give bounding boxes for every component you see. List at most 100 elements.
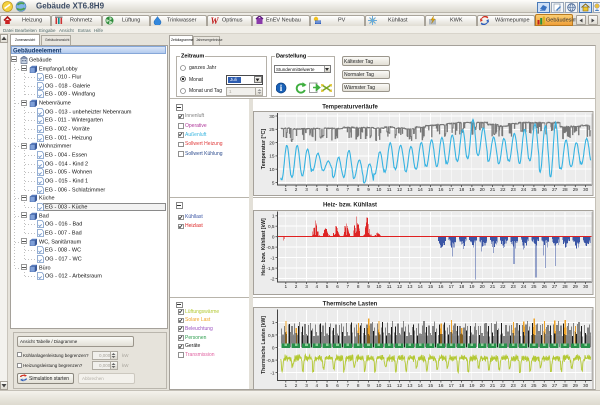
svg-text:8: 8 [357, 187, 360, 192]
svg-text:29: 29 [573, 383, 579, 388]
svg-text:0: 0 [272, 235, 275, 240]
svg-text:29: 29 [573, 187, 579, 192]
svg-text:13: 13 [407, 187, 413, 192]
svg-text:30: 30 [583, 383, 589, 388]
svg-text:24: 24 [521, 187, 527, 192]
svg-text:7: 7 [346, 383, 349, 388]
svg-text:3: 3 [305, 383, 308, 388]
svg-text:2: 2 [295, 284, 298, 289]
svg-text:15: 15 [428, 383, 434, 388]
svg-text:29: 29 [573, 284, 579, 289]
svg-text:21: 21 [490, 187, 496, 192]
svg-text:25: 25 [531, 383, 537, 388]
svg-text:19: 19 [469, 284, 475, 289]
svg-text:11: 11 [387, 187, 392, 192]
svg-text:7: 7 [346, 187, 349, 192]
svg-text:18: 18 [459, 284, 465, 289]
svg-text:Thermische Lasten [kW]: Thermische Lasten [kW] [261, 316, 267, 374]
svg-text:9: 9 [367, 383, 370, 388]
svg-text:3: 3 [305, 187, 308, 192]
svg-text:27: 27 [552, 187, 558, 192]
svg-text:5: 5 [326, 383, 329, 388]
svg-text:28: 28 [562, 187, 568, 192]
svg-text:-1: -1 [270, 255, 275, 260]
svg-text:19: 19 [469, 187, 475, 192]
svg-text:26: 26 [542, 187, 548, 192]
svg-text:4: 4 [315, 187, 318, 192]
svg-text:26: 26 [542, 284, 548, 289]
svg-text:1: 1 [284, 187, 287, 192]
svg-text:15: 15 [428, 284, 434, 289]
svg-text:23: 23 [511, 187, 517, 192]
svg-text:6: 6 [336, 187, 339, 192]
svg-text:1: 1 [272, 214, 275, 219]
svg-text:14: 14 [418, 284, 424, 289]
svg-text:0,5: 0,5 [268, 224, 275, 229]
svg-text:16: 16 [438, 383, 444, 388]
svg-text:16: 16 [438, 187, 444, 192]
svg-text:4: 4 [315, 284, 318, 289]
svg-text:30: 30 [269, 114, 275, 119]
svg-text:9: 9 [367, 284, 370, 289]
svg-text:20: 20 [480, 187, 486, 192]
svg-text:16: 16 [438, 284, 444, 289]
svg-text:20: 20 [480, 284, 486, 289]
svg-text:6: 6 [336, 383, 339, 388]
svg-text:26: 26 [542, 383, 548, 388]
svg-text:30: 30 [583, 284, 589, 289]
svg-text:22: 22 [500, 187, 506, 192]
svg-text:27: 27 [552, 284, 558, 289]
svg-text:2: 2 [295, 383, 298, 388]
svg-text:21: 21 [490, 383, 496, 388]
svg-text:22: 22 [500, 284, 506, 289]
svg-text:17: 17 [449, 187, 455, 192]
svg-text:-0,5: -0,5 [266, 358, 274, 363]
svg-text:1: 1 [272, 320, 275, 325]
svg-text:10: 10 [269, 167, 275, 172]
svg-text:5: 5 [326, 187, 329, 192]
svg-text:19: 19 [469, 383, 475, 388]
svg-text:25: 25 [531, 284, 537, 289]
svg-text:13: 13 [407, 383, 413, 388]
svg-text:17: 17 [449, 284, 455, 289]
svg-text:28: 28 [562, 284, 568, 289]
svg-text:22: 22 [500, 383, 506, 388]
svg-text:10: 10 [376, 383, 382, 388]
svg-text:-0,5: -0,5 [266, 245, 274, 250]
svg-text:1: 1 [284, 383, 287, 388]
svg-text:7: 7 [346, 284, 349, 289]
svg-text:4: 4 [315, 383, 318, 388]
svg-text:25: 25 [269, 127, 275, 132]
svg-text:21: 21 [490, 284, 496, 289]
svg-text:30: 30 [583, 187, 589, 192]
svg-text:12: 12 [397, 383, 403, 388]
svg-text:20: 20 [269, 140, 275, 145]
svg-text:2: 2 [295, 187, 298, 192]
svg-text:28: 28 [562, 383, 568, 388]
svg-text:W: W [210, 16, 219, 25]
svg-text:25: 25 [531, 187, 537, 192]
svg-text:-2: -2 [270, 276, 275, 281]
svg-text:23: 23 [511, 284, 517, 289]
svg-text:8: 8 [357, 383, 360, 388]
svg-text:27: 27 [552, 383, 558, 388]
svg-text:-1: -1 [270, 370, 275, 375]
svg-text:Temperatur [°C]: Temperatur [°C] [261, 129, 267, 170]
svg-text:9: 9 [367, 187, 370, 192]
svg-text:Heiz- bzw. Kühllast [kW]: Heiz- bzw. Kühllast [kW] [261, 218, 267, 276]
svg-text:10: 10 [376, 284, 382, 289]
svg-text:12: 12 [397, 187, 403, 192]
svg-text:17: 17 [449, 383, 455, 388]
svg-text:0: 0 [272, 345, 275, 350]
svg-text:11: 11 [387, 383, 392, 388]
svg-text:11: 11 [387, 284, 392, 289]
svg-text:18: 18 [459, 187, 465, 192]
svg-text:18: 18 [459, 383, 465, 388]
svg-text:6: 6 [336, 284, 339, 289]
svg-text:1: 1 [284, 284, 287, 289]
svg-text:-1,5: -1,5 [266, 266, 274, 271]
svg-text:0,5: 0,5 [268, 333, 275, 338]
svg-text:14: 14 [418, 187, 424, 192]
svg-text:10: 10 [376, 187, 382, 192]
svg-text:24: 24 [521, 383, 527, 388]
